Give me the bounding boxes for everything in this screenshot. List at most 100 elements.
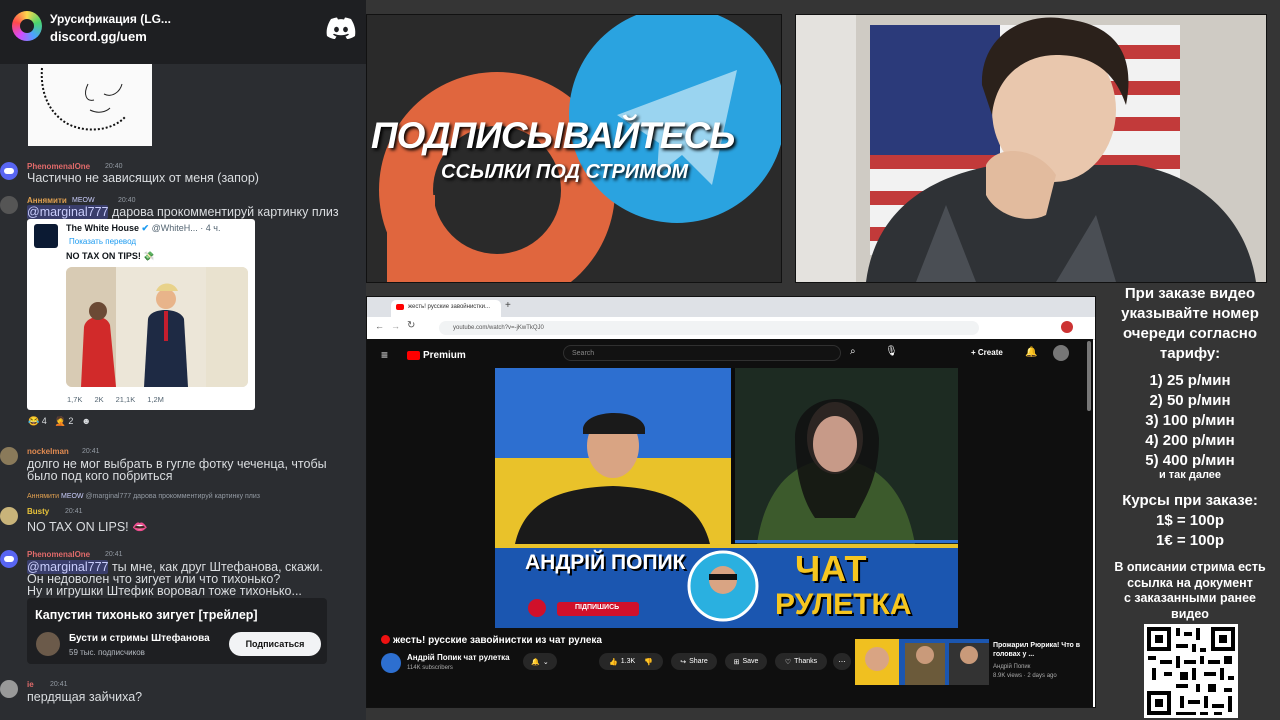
subscribe-button[interactable]: Подписаться: [229, 632, 321, 656]
discord-avatar-icon: [0, 162, 18, 180]
tweet-stats: 1,7K 2K 21,1K 1,2M: [67, 395, 164, 404]
browser-tab[interactable]: жесть! русские завойнистки...: [391, 300, 501, 317]
embed-channel[interactable]: Бусти и стримы Штефанова: [69, 633, 210, 644]
message-text: было под кого побриться: [27, 469, 173, 483]
embed-title[interactable]: Капустин тихонько зигует [трейлер]: [35, 608, 258, 622]
tariff-list: 1) 25 р/мин 2) 50 р/мин 3) 100 р/мин 4) …: [1100, 371, 1280, 471]
info-line: При заказе видео: [1124, 285, 1256, 302]
tariff-item: 2) 50 р/мин: [1149, 392, 1231, 409]
like-button[interactable]: 👍 1.3K 👎: [599, 653, 663, 670]
tweet-embed[interactable]: The White House ✔ @WhiteH... · 4 ч. Пока…: [27, 219, 255, 410]
recommended-title[interactable]: Прожарил Рюрика! Что в головах у ...: [993, 641, 1089, 659]
youtube-favicon-icon: [396, 304, 404, 310]
reaction[interactable]: ☻: [81, 416, 90, 427]
avatar: [0, 680, 18, 698]
discord-logo-icon: [326, 17, 356, 39]
chat-message: Аннямити MEOW 20:40 @marginal777 дарова …: [0, 196, 366, 220]
rate-line: 1$ = 100р: [1156, 512, 1224, 529]
account-avatar[interactable]: [1053, 345, 1069, 361]
translate-link[interactable]: Показать перевод: [69, 237, 136, 246]
message-text: Частично не зависящих от меня (запор): [27, 171, 259, 185]
tab-bar: жесть! русские завойнистки... +: [367, 297, 1095, 317]
video-player[interactable]: АНДРІЙ ПОПИК ПІДПИШИСЬ ЧАТ РУЛЕТКА: [495, 368, 958, 628]
tweet-photo[interactable]: [66, 267, 248, 387]
search-input[interactable]: Search: [563, 345, 841, 361]
reactions-row: 😂 4 🤦 2 ☻: [28, 416, 91, 427]
server-name: Урусификация (LG...: [50, 12, 171, 26]
youtube-embed-card[interactable]: Капустин тихонько зигует [трейлер] Бусти…: [27, 598, 327, 664]
url-field[interactable]: youtube.com/watch?v=-jKwTkQJ0: [439, 321, 979, 335]
more-actions-button[interactable]: ⋯: [833, 653, 851, 670]
share-icon: ↪: [680, 658, 687, 666]
promo-subline: ССЫЛКИ ПОД СТРИМОМ: [441, 161, 689, 183]
channel-avatar[interactable]: [381, 653, 401, 673]
username[interactable]: Аннямити: [27, 196, 67, 205]
scrollbar-thumb[interactable]: [1087, 341, 1091, 411]
username[interactable]: Busty: [27, 507, 49, 516]
youtube-play-icon: [407, 350, 420, 360]
timestamp: 20:41: [65, 508, 83, 515]
banner-chat: ЧАТ: [795, 548, 867, 589]
message-text: NO TAX ON LIPS! 👄: [27, 520, 148, 534]
banner-subscribe-label: ПІДПИШИСЬ: [575, 604, 620, 611]
description-note: В описании стрима есть ссылка на докумен…: [1100, 560, 1280, 622]
save-button[interactable]: ⊞ Save: [725, 653, 767, 670]
live-dot-icon: [381, 635, 390, 644]
thumbs-up-icon: 👍: [609, 658, 618, 666]
message-text: @marginal777 дарова прокомментируй карти…: [27, 205, 339, 219]
webcam-feed: [795, 14, 1267, 283]
username[interactable]: PhenomenalOne: [27, 162, 90, 171]
invite-link[interactable]: discord.gg/uem: [50, 29, 147, 44]
username[interactable]: ie: [27, 680, 34, 689]
notification-bell-icon[interactable]: 🔔: [1025, 347, 1037, 358]
forward-icon[interactable]: →: [391, 321, 400, 331]
timestamp: 20:41: [50, 681, 68, 688]
view-count[interactable]: 1,2M: [147, 395, 164, 404]
username[interactable]: PhenomenalOne: [27, 550, 90, 559]
chat-message: Busty 20:41 NO TAX ON LIPS! 👄: [0, 507, 366, 534]
thanks-button[interactable]: ♡ Thanks: [775, 653, 827, 670]
qr-code[interactable]: [1144, 624, 1238, 718]
share-button[interactable]: ↪ Share: [671, 653, 717, 670]
discord-avatar-icon: [0, 550, 18, 568]
recommended-meta: 8.9K views · 2 days ago: [993, 673, 1057, 679]
user-mention[interactable]: @marginal777: [27, 205, 109, 219]
thumbs-down-icon: 👎: [644, 658, 653, 666]
notification-toggle[interactable]: 🔔 ⌄: [523, 653, 557, 670]
info-line: В описании стрима есть: [1114, 560, 1266, 574]
order-info-intro: При заказе видео указывайте номер очеред…: [1100, 284, 1280, 364]
chat-message: PhenomenalOne 20:41 @marginal777 ты мне,…: [0, 550, 366, 598]
message-text: Ну и игрушки Штефик воровал тоже тихоньк…: [27, 584, 302, 598]
search-icon[interactable]: ⌕: [850, 346, 856, 357]
reload-icon[interactable]: ↻: [407, 320, 415, 331]
courses-title: Курсы при заказе:: [1122, 492, 1258, 509]
rate-line: 1€ = 100р: [1156, 532, 1224, 549]
info-line: с заказанными ранее: [1123, 591, 1256, 605]
reply-count[interactable]: 1,7K: [67, 395, 82, 404]
menu-icon[interactable]: ≡: [381, 348, 388, 362]
create-button[interactable]: + Create: [971, 348, 1003, 357]
reaction[interactable]: 😂 4: [28, 416, 47, 427]
reaction[interactable]: 🤦 2: [55, 416, 74, 427]
youtube-logo[interactable]: Premium: [407, 350, 466, 361]
profile-icon[interactable]: [1061, 321, 1073, 333]
webcam-image: [796, 15, 1266, 282]
attached-sketch-image[interactable]: [28, 64, 152, 146]
reply-reference[interactable]: Аннямити MEOW @marginal777 дарова проком…: [27, 493, 357, 503]
timestamp: 20:40: [105, 163, 123, 170]
like-count[interactable]: 21,1K: [116, 395, 136, 404]
address-bar-row: ← → ↻ youtube.com/watch?v=-jKwTkQJ0: [367, 317, 1095, 340]
user-tag: MEOW: [72, 197, 95, 204]
retweet-count[interactable]: 2K: [94, 395, 103, 404]
new-tab-icon[interactable]: +: [505, 300, 511, 311]
username[interactable]: nockelman: [27, 447, 69, 456]
banner-roulette: РУЛЕТКА: [775, 588, 912, 621]
channel-name[interactable]: Андрій Попик чат рулетка: [407, 653, 510, 662]
recommended-video[interactable]: Прожарил Рюрика! Что в головах у ... Анд…: [855, 639, 1085, 689]
microphone-icon[interactable]: 🎙: [885, 346, 898, 357]
tariff-item: 3) 100 р/мин: [1145, 412, 1235, 429]
bell-icon: 🔔: [531, 658, 540, 666]
back-icon[interactable]: ←: [375, 321, 384, 331]
video-title: жесть! русские завойнистки из чат рулека: [381, 635, 602, 646]
timestamp: 20:40: [118, 197, 136, 204]
